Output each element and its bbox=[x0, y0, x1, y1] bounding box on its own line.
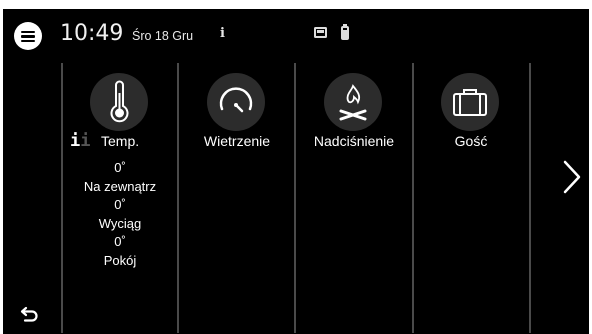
column-divider bbox=[177, 63, 179, 333]
exhaust-temp-value: 0˚ bbox=[114, 197, 126, 212]
battery-icon bbox=[341, 24, 349, 40]
tile-label: Nadciśnienie bbox=[313, 133, 395, 149]
temperature-readings: 0˚ Na zewnątrz 0˚ Wyciąg 0˚ Pokój bbox=[63, 159, 177, 270]
status-bar: 10:49 Śro 18 Gru i bbox=[3, 9, 589, 59]
date-label: Śro 18 Gru bbox=[132, 29, 194, 43]
tile-label: Temp. bbox=[101, 133, 140, 149]
display-icon bbox=[314, 27, 327, 38]
room-temp-value: 0˚ bbox=[114, 234, 126, 249]
speedometer-icon bbox=[207, 73, 265, 131]
tile-overpressure[interactable]: Nadciśnienie bbox=[297, 67, 411, 317]
tile-label: Wietrzenie bbox=[203, 133, 271, 149]
exhaust-temp-label: Wyciąg bbox=[98, 215, 142, 231]
device-screen: 10:49 Śro 18 Gru i ii Temp. 0˚ Na zewnąt… bbox=[3, 9, 589, 334]
tile-guest[interactable]: Gość bbox=[414, 67, 528, 317]
menu-icon[interactable] bbox=[14, 22, 42, 50]
tile-temperature[interactable]: ii Temp. 0˚ Na zewnątrz 0˚ Wyciąg 0˚ Pok… bbox=[63, 67, 177, 317]
suitcase-icon bbox=[441, 73, 499, 131]
column-divider bbox=[529, 63, 531, 333]
room-temp-label: Pokój bbox=[103, 252, 137, 268]
fireplace-icon bbox=[324, 73, 382, 131]
column-divider bbox=[294, 63, 296, 333]
chevron-right-icon[interactable] bbox=[561, 159, 583, 195]
outside-temp-value: 0˚ bbox=[114, 160, 126, 175]
thermometer-icon bbox=[90, 73, 148, 131]
info-icon[interactable]: i bbox=[220, 26, 225, 41]
outside-temp-label: Na zewnątrz bbox=[83, 178, 157, 194]
back-arrow-icon[interactable] bbox=[19, 304, 41, 324]
clock: 10:49 bbox=[60, 21, 124, 46]
tile-ventilation[interactable]: Wietrzenie bbox=[180, 67, 294, 317]
tile-label: Gość bbox=[454, 133, 488, 149]
temp-info-icon[interactable]: ii bbox=[70, 131, 91, 151]
